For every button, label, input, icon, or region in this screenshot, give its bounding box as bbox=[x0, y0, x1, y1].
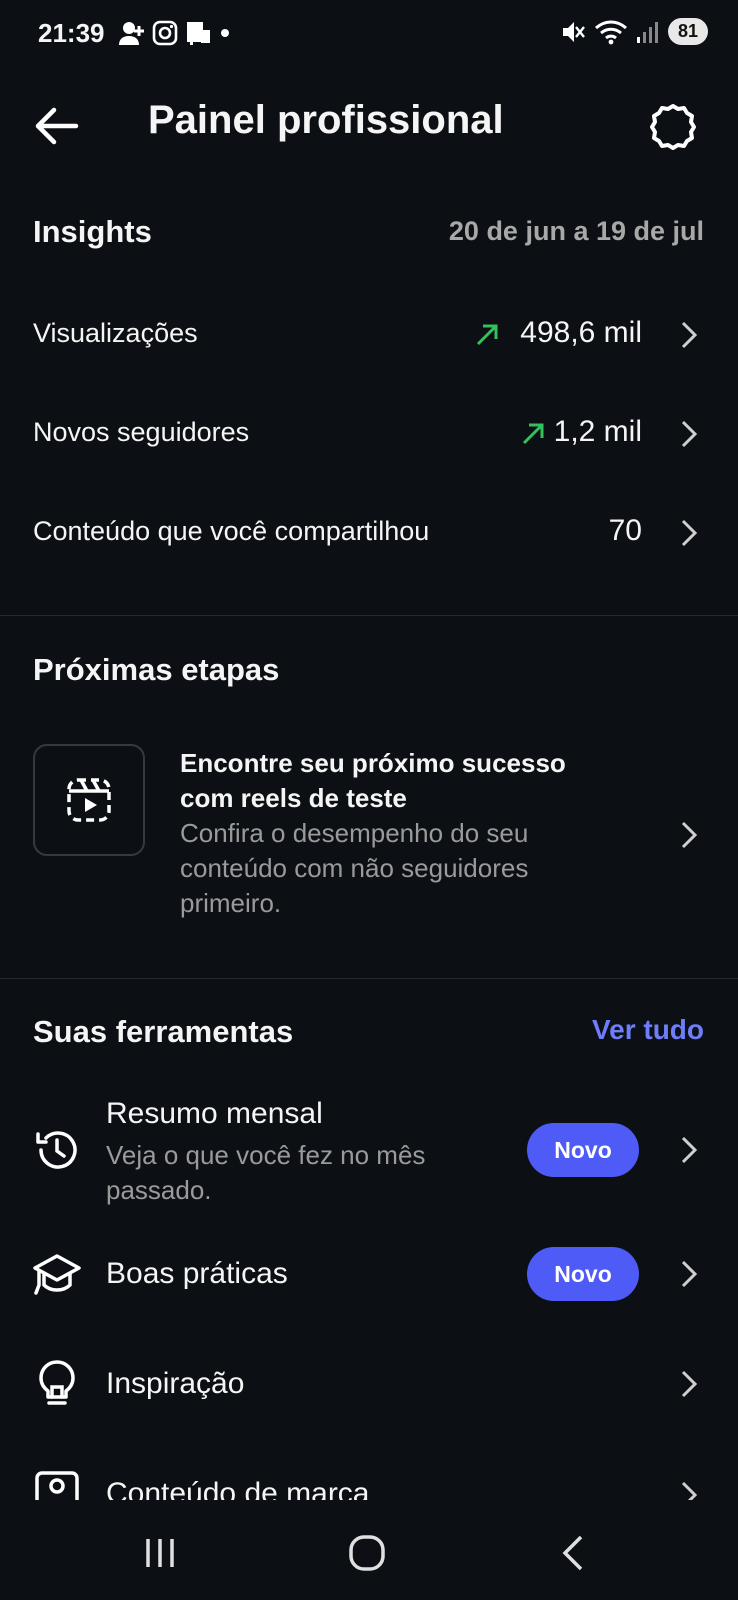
back-button[interactable] bbox=[30, 100, 82, 152]
history-icon bbox=[36, 1131, 77, 1169]
chevron-right-icon bbox=[681, 821, 698, 849]
trend-up-icon bbox=[476, 324, 498, 346]
card-description: Confira o desempenho do seu conteúdo com… bbox=[180, 818, 529, 918]
new-badge: Novo bbox=[527, 1123, 639, 1177]
new-badge: Novo bbox=[527, 1247, 639, 1301]
see-all-link[interactable]: Ver tudo bbox=[592, 1014, 704, 1046]
chevron-right-icon bbox=[681, 1370, 698, 1398]
page-title: Painel profissional bbox=[148, 98, 504, 142]
settings-button[interactable] bbox=[648, 102, 698, 152]
dot-icon bbox=[221, 29, 229, 37]
insight-value: 70 bbox=[608, 514, 642, 547]
clipboard-icon bbox=[187, 22, 210, 45]
insight-label: Conteúdo que você compartilhou bbox=[33, 516, 430, 546]
tool-title: Inspiração bbox=[106, 1367, 245, 1400]
status-notification-icons bbox=[118, 20, 232, 46]
graduation-cap-icon bbox=[33, 1254, 81, 1295]
card-title: Encontre seu próximo sucesso com reels d… bbox=[180, 748, 566, 813]
reels-icon-box bbox=[33, 744, 145, 856]
battery-indicator: 81 bbox=[667, 18, 708, 45]
chevron-right-icon bbox=[681, 1260, 698, 1288]
chevron-right-icon bbox=[681, 1136, 698, 1164]
lightbulb-icon bbox=[39, 1360, 75, 1405]
insight-value: 498,6 mil bbox=[520, 316, 642, 349]
insights-date-range: 20 de jun a 19 de jul bbox=[448, 216, 704, 246]
instagram-icon bbox=[152, 20, 178, 46]
chevron-right-icon bbox=[681, 321, 698, 349]
tool-title: Boas práticas bbox=[106, 1257, 288, 1290]
system-nav-bar bbox=[0, 1500, 738, 1600]
gear-icon bbox=[650, 104, 696, 150]
section-divider bbox=[0, 615, 738, 616]
insight-label: Novos seguidores bbox=[33, 417, 250, 447]
back-arrow-icon bbox=[35, 107, 79, 145]
tool-title: Resumo mensal bbox=[106, 1097, 323, 1130]
signal-icon bbox=[636, 21, 658, 43]
status-time: 21:39 bbox=[38, 18, 105, 48]
insight-value: 1,2 mil bbox=[553, 415, 642, 448]
home-icon[interactable] bbox=[348, 1534, 386, 1572]
user-add-icon bbox=[119, 22, 144, 45]
reels-dashed-icon bbox=[67, 778, 111, 822]
tool-description: Veja o que você fez no mês passado. bbox=[106, 1140, 426, 1205]
back-nav-icon[interactable] bbox=[560, 1534, 586, 1572]
wifi-icon bbox=[594, 20, 627, 44]
mute-icon bbox=[562, 21, 585, 42]
insights-title: Insights bbox=[33, 214, 152, 249]
section-divider bbox=[0, 978, 738, 979]
chevron-right-icon bbox=[681, 420, 698, 448]
chevron-right-icon bbox=[681, 519, 698, 547]
next-steps-title: Próximas etapas bbox=[33, 652, 280, 687]
insight-label: Visualizações bbox=[33, 318, 198, 348]
trend-up-icon bbox=[522, 423, 544, 445]
status-system-icons: 81 bbox=[560, 18, 708, 45]
recent-apps-icon[interactable] bbox=[143, 1537, 177, 1569]
tools-title: Suas ferramentas bbox=[33, 1014, 294, 1049]
